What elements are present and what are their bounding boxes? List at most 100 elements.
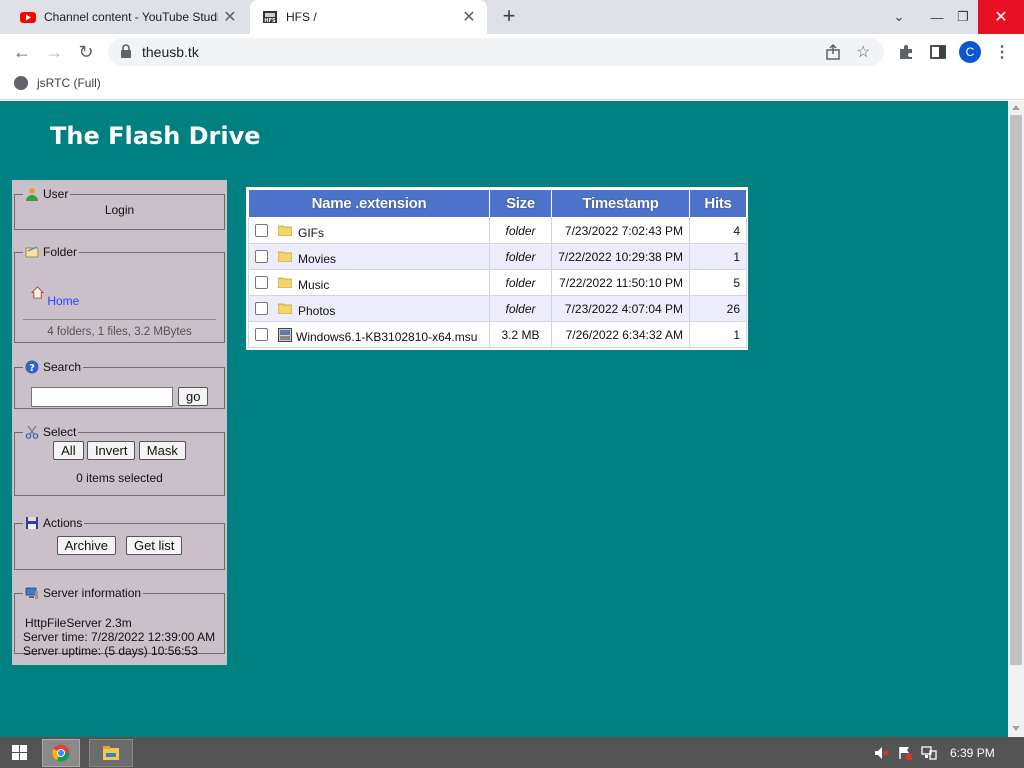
installer-file-icon — [278, 327, 292, 342]
window-close-icon[interactable]: ✕ — [978, 0, 1024, 34]
select-section: Select All Invert Mask 0 items selected — [14, 425, 225, 496]
login-link[interactable]: Login — [105, 203, 134, 217]
table-row: GIFs folder 7/23/2022 7:02:43 PM 4 — [248, 217, 747, 244]
restore-icon[interactable]: ❐ — [946, 0, 980, 34]
tab-strip: Channel content - YouTube Studio ✕ HFS H… — [0, 0, 1024, 34]
action-center-icon[interactable] — [897, 745, 913, 761]
column-header-size[interactable]: Size — [489, 189, 552, 218]
tab-search-icon[interactable]: ⌄ — [882, 0, 916, 34]
side-panel-icon[interactable] — [928, 42, 948, 62]
file-name-link[interactable]: Windows6.1-KB3102810-x64.msu — [296, 330, 477, 344]
search-legend: ? Search — [23, 360, 83, 374]
taskbar-file-explorer[interactable] — [89, 739, 133, 767]
file-size: 3.2 MB — [489, 321, 552, 348]
svg-text:?: ? — [29, 363, 35, 374]
search-section: ? Search go — [14, 360, 225, 409]
tab-hfs[interactable]: HFS HFS / ✕ — [250, 0, 487, 34]
home-icon — [30, 286, 45, 299]
chrome-icon — [52, 744, 70, 762]
table-row: Photos folder 7/23/2022 4:07:04 PM 26 — [248, 295, 747, 322]
save-icon — [26, 517, 38, 529]
profile-avatar[interactable]: C — [959, 41, 981, 63]
file-name-link[interactable]: Music — [298, 278, 329, 292]
lock-icon — [121, 44, 131, 58]
extensions-icon[interactable] — [896, 42, 916, 62]
file-size: folder — [489, 269, 552, 296]
file-hits: 1 — [689, 243, 747, 270]
computer-icon — [25, 587, 38, 599]
new-tab-button[interactable]: + — [498, 5, 520, 29]
row-checkbox[interactable] — [255, 250, 268, 264]
search-legend-text: Search — [43, 360, 82, 374]
search-input[interactable] — [31, 387, 173, 407]
page-content: The Flash Drive User Login Folder Home 4… — [0, 101, 1008, 737]
menu-icon[interactable]: ⋮ — [992, 42, 1012, 62]
archive-button[interactable]: Archive — [56, 536, 116, 555]
actions-legend-text: Actions — [43, 516, 83, 530]
scroll-up-icon[interactable] — [1012, 105, 1020, 110]
column-header-hits[interactable]: Hits — [689, 189, 747, 218]
bookmark-jsrtc[interactable]: jsRTC (Full) — [14, 76, 101, 90]
row-checkbox[interactable] — [255, 276, 268, 290]
table-row: Movies folder 7/22/2022 10:29:38 PM 1 — [248, 243, 747, 270]
sidebar-panel: User Login Folder Home 4 folders, 1 file… — [12, 180, 227, 665]
reload-icon[interactable]: ↻ — [72, 38, 100, 66]
column-header-timestamp[interactable]: Timestamp — [551, 189, 690, 218]
server-time: Server time: 7/28/2022 12:39:00 AM — [23, 630, 216, 644]
search-go-button[interactable]: go — [178, 387, 209, 406]
actions-section: Actions Archive Get list — [14, 516, 225, 570]
file-hits: 26 — [689, 295, 747, 322]
mask-button[interactable]: Mask — [138, 441, 186, 460]
folder-legend: Folder — [23, 245, 79, 259]
row-checkbox[interactable] — [255, 328, 268, 342]
folder-icon — [25, 246, 39, 258]
server-uptime: Server uptime: (5 days) 10:56:53 — [23, 644, 198, 658]
taskbar-chrome[interactable] — [42, 739, 80, 767]
folder-icon — [278, 252, 292, 263]
get-list-button[interactable]: Get list — [125, 536, 183, 555]
file-size: folder — [489, 217, 552, 244]
forward-icon[interactable]: → — [40, 38, 68, 66]
folder-icon — [278, 304, 292, 315]
folder-icon — [278, 278, 292, 289]
bookmark-star-icon[interactable]: ☆ — [856, 42, 870, 62]
volume-muted-icon[interactable] — [873, 745, 889, 761]
share-icon[interactable] — [824, 43, 842, 61]
network-icon[interactable] — [921, 745, 937, 761]
page-scrollbar[interactable] — [1008, 101, 1024, 737]
file-timestamp: 7/22/2022 11:50:10 PM — [551, 269, 690, 296]
column-header-name[interactable]: Name .extension — [248, 189, 490, 218]
globe-icon — [14, 76, 28, 90]
address-bar[interactable]: theusb.tk ☆ — [108, 38, 884, 66]
selection-status: 0 items selected — [76, 471, 163, 485]
row-checkbox[interactable] — [255, 302, 268, 316]
folder-section: Folder Home 4 folders, 1 files, 3.2 MByt… — [14, 245, 225, 343]
tab-youtube-studio[interactable]: Channel content - YouTube Studio ✕ — [8, 0, 248, 34]
folder-icon — [278, 226, 292, 237]
server-legend: Server information — [23, 586, 143, 600]
help-icon: ? — [25, 360, 39, 374]
close-icon[interactable]: ✕ — [218, 7, 242, 27]
folder-legend-text: Folder — [43, 245, 78, 259]
file-explorer-icon — [103, 746, 119, 760]
windows-start-icon[interactable] — [12, 745, 27, 760]
file-name-link[interactable]: Photos — [298, 304, 335, 318]
file-name-link[interactable]: GIFs — [298, 226, 324, 240]
file-name-link[interactable]: Movies — [298, 252, 336, 266]
back-icon[interactable]: ← — [8, 38, 36, 66]
file-timestamp: 7/23/2022 7:02:43 PM — [551, 217, 690, 244]
scrollbar-thumb[interactable] — [1010, 115, 1022, 665]
invert-selection-button[interactable]: Invert — [86, 441, 136, 460]
scroll-down-icon[interactable] — [1012, 726, 1020, 731]
close-icon[interactable]: ✕ — [457, 7, 481, 27]
tab-title: Channel content - YouTube Studio — [44, 10, 218, 24]
row-checkbox[interactable] — [255, 224, 268, 238]
youtube-icon — [20, 12, 36, 23]
url-text: theusb.tk — [142, 44, 199, 60]
select-all-button[interactable]: All — [53, 441, 84, 460]
taskbar-clock[interactable]: 6:39 PM — [950, 746, 995, 760]
file-timestamp: 7/23/2022 4:07:04 PM — [551, 295, 690, 322]
file-hits: 5 — [689, 269, 747, 296]
home-link[interactable]: Home — [47, 294, 79, 308]
select-legend: Select — [23, 425, 78, 439]
